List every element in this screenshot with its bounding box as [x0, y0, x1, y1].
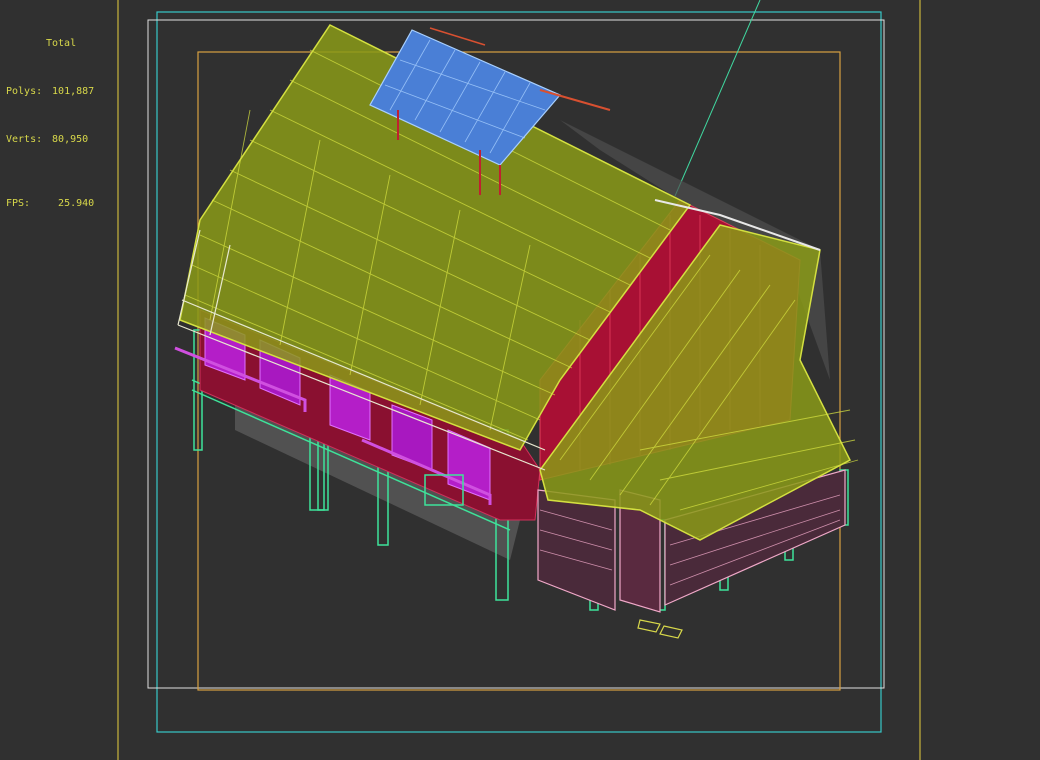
stats-verts-row: Verts: 80,950 — [6, 132, 94, 148]
stats-fps-value: 25.940 — [58, 198, 95, 209]
viewport-wireframe[interactable]: Total Polys: 101,887 Verts: 80,950 FPS: … — [0, 0, 1040, 760]
scene-canvas[interactable] — [0, 0, 1040, 760]
stats-title: Total — [46, 38, 77, 49]
stats-fps-label: FPS: — [6, 198, 31, 209]
stats-polys-value: 101,887 — [52, 86, 95, 97]
stats-verts-value: 80,950 — [52, 134, 89, 145]
viewport-statistics-overlay: Total Polys: 101,887 Verts: 80,950 FPS: … — [6, 4, 94, 244]
stats-polys-row: Polys: 101,887 — [6, 84, 94, 100]
stats-fps-row: FPS: 25.940 — [6, 196, 94, 212]
light-direction-line — [674, 0, 761, 197]
stats-verts-label: Verts: — [6, 134, 43, 145]
stats-polys-label: Polys: — [6, 86, 43, 97]
